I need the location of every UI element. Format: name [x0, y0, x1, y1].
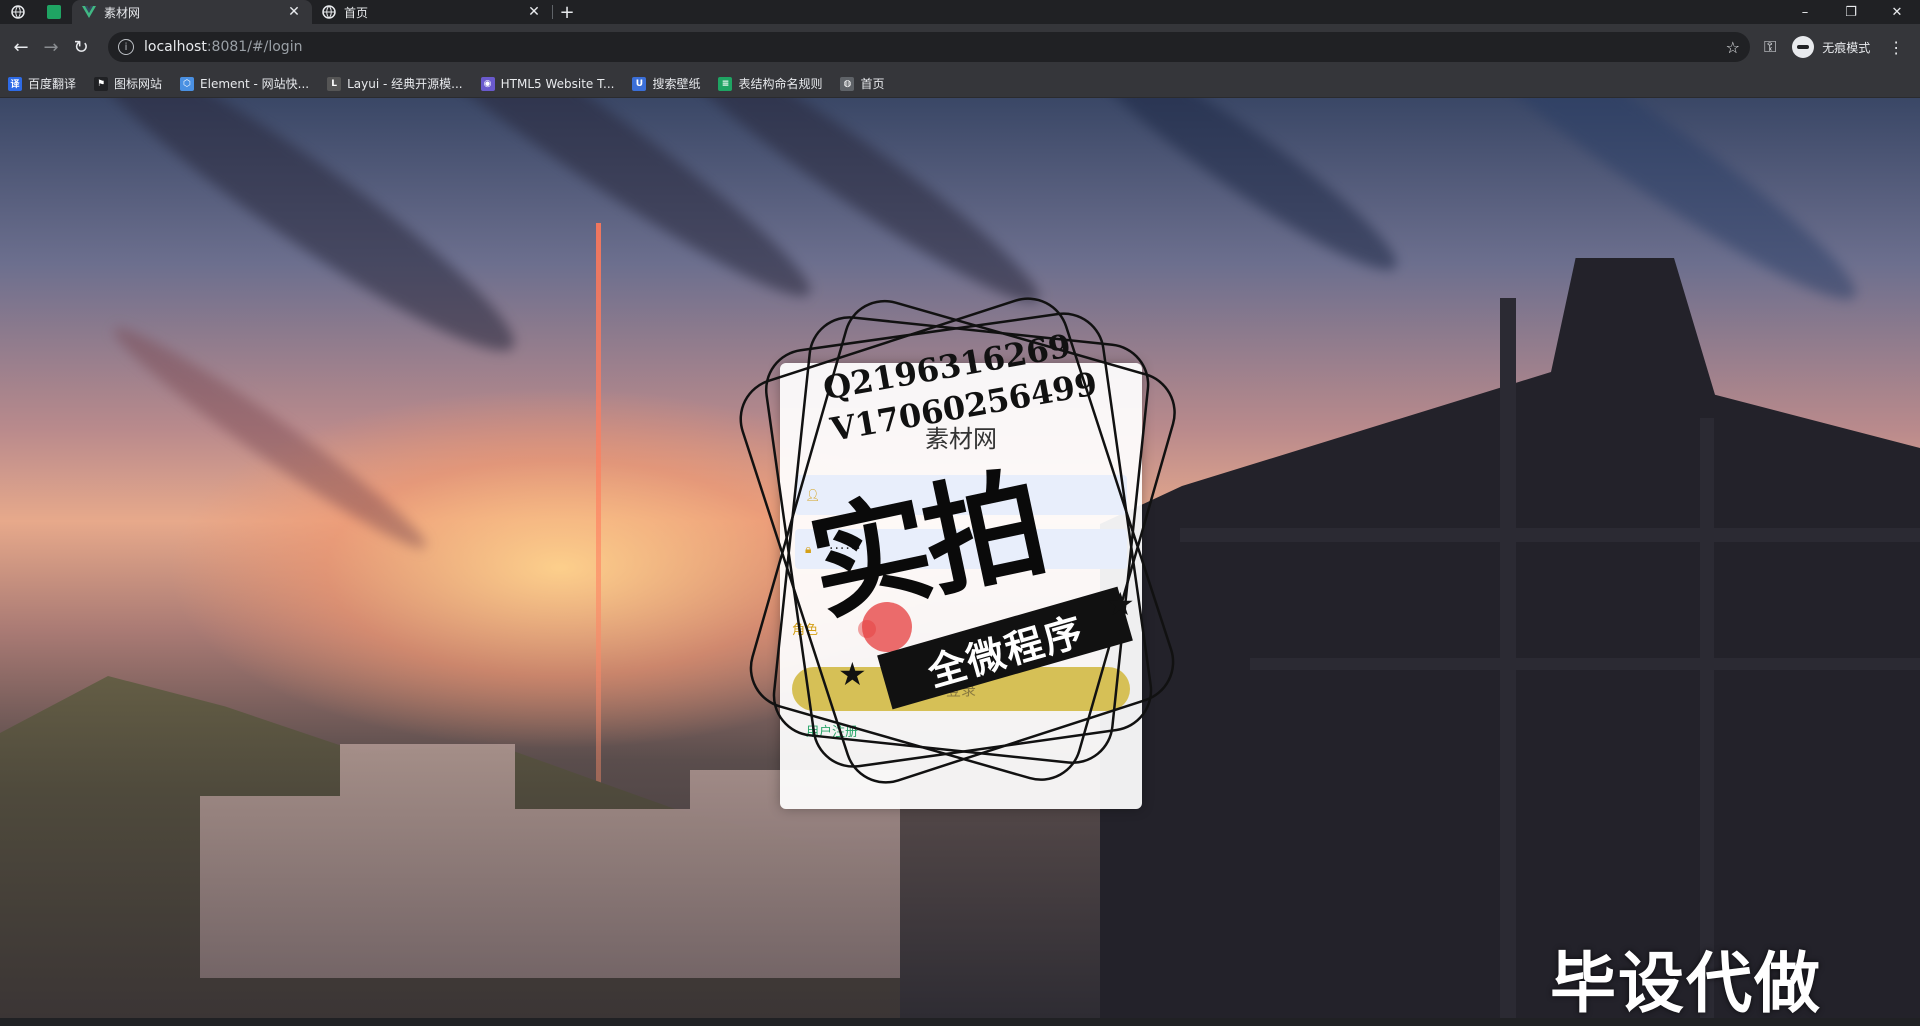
globe-icon: [322, 5, 336, 19]
kebab-menu-icon[interactable]: ⋮: [1888, 38, 1904, 57]
background-beam: [1180, 528, 1920, 542]
bookmark-star-icon[interactable]: ☆: [1726, 38, 1740, 57]
info-icon[interactable]: i: [118, 39, 134, 55]
bookmark-favicon-icon: ≡: [718, 76, 733, 91]
globe-icon: [11, 5, 25, 19]
bookmark-item[interactable]: U 搜索壁纸: [632, 75, 700, 92]
tab-strip: 素材网 ✕ 首页 ✕ + – ❐ ✕: [0, 0, 1920, 24]
close-window-button[interactable]: ✕: [1874, 0, 1920, 24]
bookmark-label: Layui - 经典开源模...: [347, 77, 463, 91]
url-host: localhost: [144, 39, 207, 55]
bookmark-favicon-icon: L: [327, 76, 342, 91]
minimize-button[interactable]: –: [1782, 0, 1828, 24]
bookmark-label: 首页: [860, 77, 885, 91]
vue-logo-icon: [82, 6, 96, 18]
bookmark-item[interactable]: ◉ HTML5 Website T...: [480, 76, 615, 91]
bookmark-label: 图标网站: [114, 77, 163, 91]
restore-button[interactable]: ❐: [1828, 0, 1874, 24]
background-beam: [1500, 298, 1516, 1018]
pinned-tab-sheet[interactable]: [36, 0, 72, 24]
incognito-icon: [1792, 36, 1815, 58]
bookmark-item[interactable]: ≡ 表结构命名规则: [718, 75, 822, 92]
corner-watermark: 毕设代做: [1550, 945, 1822, 1022]
background-beam: [1250, 658, 1920, 670]
star-icon: ★: [1106, 585, 1135, 623]
bookmark-favicon-icon: ⚑: [94, 76, 109, 91]
pinned-tab[interactable]: [0, 0, 36, 24]
star-icon: ★: [838, 655, 867, 693]
bookmarks-bar: 译百度翻译 ⚑ 图标网站 ⬡ Element - 网站快... L Layui - 经典开源…: [0, 70, 1920, 98]
background-cloud: [102, 312, 438, 564]
bookmark-favicon-icon: ◍: [840, 76, 855, 91]
bookmark-label: 搜索壁纸: [652, 77, 701, 91]
forward-arrow-icon[interactable]: →: [36, 32, 66, 62]
address-bar[interactable]: i localhost :8081/#/login ☆: [108, 32, 1750, 62]
tab-title: 首页: [344, 5, 369, 20]
window-controls: – ❐ ✕: [1782, 0, 1920, 24]
bookmark-label: Element - 网站快...: [200, 77, 310, 91]
reload-icon[interactable]: ↻: [66, 32, 96, 62]
bookmark-favicon-icon: 译: [8, 76, 22, 91]
url-path: :8081/#/login: [206, 39, 303, 55]
tab-title: 素材网: [104, 5, 141, 20]
bookmark-item[interactable]: ◍ 首页: [840, 75, 885, 92]
register-link[interactable]: 用户注册: [806, 721, 858, 740]
bookmark-favicon-icon: ◉: [480, 76, 495, 91]
tab-close-icon[interactable]: ✕: [286, 4, 302, 20]
browser-toolbar: ← → ↻ i localhost :8081/#/login ☆ ⚿ 无痕模式…: [0, 24, 1920, 70]
tab-close-icon[interactable]: ✕: [526, 4, 542, 20]
bookmark-item[interactable]: ⚑ 图标网站: [94, 75, 162, 92]
bookmark-label: 百度翻译: [28, 77, 77, 91]
bookmark-item[interactable]: L Layui - 经典开源模...: [327, 75, 463, 92]
background-cloud: [1067, 98, 1413, 292]
role-label: 角色: [792, 623, 819, 638]
tab-sucai[interactable]: 素材网 ✕: [72, 0, 312, 24]
incognito-indicator[interactable]: 无痕模式: [1792, 36, 1870, 58]
bookmark-item[interactable]: ⬡ Element - 网站快...: [180, 75, 309, 92]
incognito-label: 无痕模式: [1822, 40, 1871, 55]
bookmark-favicon-icon: U: [632, 76, 647, 91]
tab-home[interactable]: 首页 ✕: [312, 0, 552, 24]
back-arrow-icon[interactable]: ←: [6, 32, 36, 62]
new-tab-button[interactable]: +: [553, 0, 581, 24]
sheet-icon: [47, 5, 61, 19]
bookmark-item[interactable]: 译百度翻译: [8, 75, 76, 92]
bookmark-label: 表结构命名规则: [738, 77, 823, 91]
background-beam: [1700, 418, 1714, 1018]
cursor-highlight: [862, 602, 912, 652]
bookmark-favicon-icon: ⬡: [180, 76, 195, 91]
key-icon[interactable]: ⚿: [1764, 37, 1776, 57]
bookmark-label: HTML5 Website T...: [500, 76, 615, 91]
